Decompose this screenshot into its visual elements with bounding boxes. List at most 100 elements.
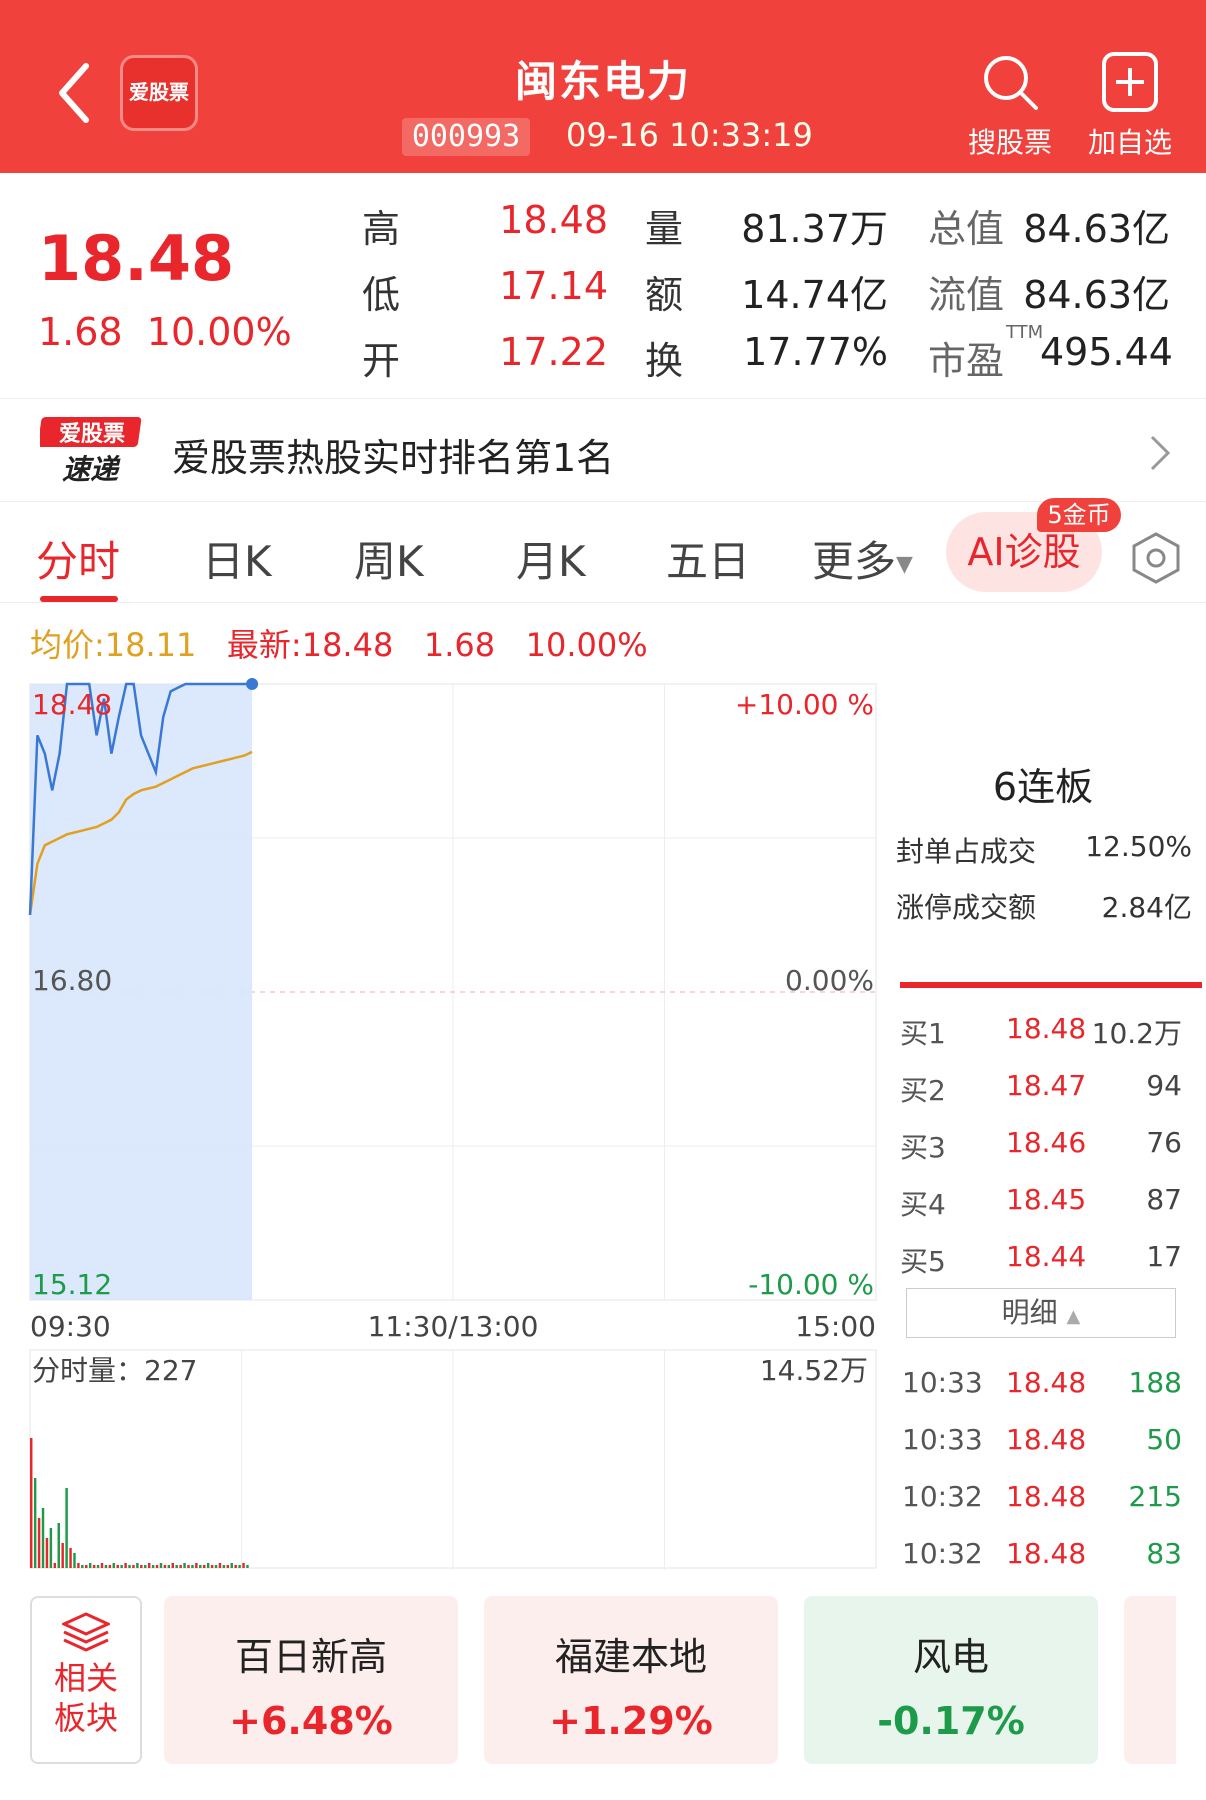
volume-bar <box>100 1563 104 1568</box>
volume-bar <box>195 1563 198 1568</box>
hot-rank-banner[interactable]: 爱股票 速递 爱股票热股实时排名第1名 <box>0 398 1206 502</box>
volume-bar <box>69 1548 72 1568</box>
rank-logo-top: 爱股票 <box>59 422 125 447</box>
volume-label: 分时量：227 <box>32 1354 197 1387</box>
volume-bar <box>171 1563 174 1568</box>
bid-price: 18.46 <box>1006 1126 1087 1159</box>
detail-toggle[interactable]: 明细 ▲ <box>906 1288 1176 1338</box>
volume-bar <box>163 1565 167 1568</box>
volume-bar <box>179 1565 182 1568</box>
tab-intraday[interactable]: 分时 <box>36 528 120 589</box>
bid-volume: 94 <box>1146 1069 1182 1102</box>
related-sectors-button[interactable]: 相关 板块 <box>30 1596 142 1764</box>
y-tick-left: 18.48 <box>32 688 112 721</box>
sector-card-partial[interactable] <box>1124 1596 1176 1764</box>
volume-bar <box>210 1565 214 1568</box>
back-icon[interactable] <box>50 58 100 128</box>
sector-change: +6.48% <box>229 1699 393 1743</box>
search-stock-button[interactable]: 搜股票 <box>960 50 1060 161</box>
volume-bar <box>144 1565 147 1568</box>
caret-up-icon: ▲ <box>1066 1306 1081 1327</box>
trade-price: 18.48 <box>1006 1480 1087 1513</box>
bid-volume: 87 <box>1146 1183 1182 1216</box>
volume-bar <box>65 1488 68 1568</box>
sector-change: +1.29% <box>549 1699 713 1743</box>
rank-logo-bottom: 速递 <box>62 453 121 486</box>
trade-time: 10:33 <box>902 1423 983 1456</box>
volume-bar <box>120 1565 123 1568</box>
settings-hex-icon[interactable] <box>1128 530 1184 586</box>
hot-rank-text: 爱股票热股实时排名第1名 <box>172 436 615 480</box>
coin-badge: 5金币 <box>1037 498 1121 532</box>
volume-bar <box>77 1563 80 1568</box>
tab-more[interactable]: 更多▼ <box>812 528 913 589</box>
change-value: 1.68 <box>38 310 123 354</box>
volume-bars <box>30 1438 249 1568</box>
trade-volume: 188 <box>1128 1366 1182 1399</box>
search-stock-label: 搜股票 <box>967 126 1052 159</box>
volume-bar <box>175 1565 178 1568</box>
tab-five-day[interactable]: 五日 <box>666 528 750 589</box>
bid-level-label: 买5 <box>900 1245 946 1278</box>
volume-bar <box>30 1438 33 1568</box>
y-tick-right: -10.00 % <box>748 1268 874 1301</box>
bid-volume: 17 <box>1146 1240 1182 1273</box>
intraday-chart[interactable]: 18.48 16.80 15.12 +10.00 % 0.00% -10.00 % 09… <box>0 670 880 1570</box>
volume-bar <box>242 1563 245 1568</box>
related-label-bottom: 板块 <box>53 1699 118 1737</box>
y-tick-right: 0.00% <box>785 964 874 997</box>
tab-weekly-k[interactable]: 周K <box>354 528 424 589</box>
rank-logo: 爱股票 速递 <box>40 417 142 486</box>
sector-card[interactable]: 福建本地 +1.29% <box>484 1596 778 1764</box>
pe-label: 市盈 <box>928 339 1005 383</box>
volume-bar <box>147 1563 151 1568</box>
volume-bar <box>230 1563 233 1568</box>
amount-value: 14.74亿 <box>741 273 888 317</box>
tab-monthly-k[interactable]: 月K <box>516 528 586 589</box>
volume-bar <box>45 1538 49 1568</box>
latest-price-label: 最新:18.48 <box>226 626 394 664</box>
volume-max-label: 14.52万 <box>760 1354 868 1387</box>
volume-bar <box>37 1518 41 1568</box>
app-logo[interactable]: 爱股票 <box>120 55 198 131</box>
sector-card[interactable]: 风电 -0.17% <box>804 1596 1098 1764</box>
sector-card[interactable]: 百日新高 +6.48% <box>164 1596 458 1764</box>
market-cap-value: 84.63亿 <box>1023 207 1170 251</box>
trade-price: 18.48 <box>1006 1423 1087 1456</box>
plus-box-icon <box>1102 52 1158 112</box>
x-tick: 11:30/13:00 <box>368 1310 539 1343</box>
tab-daily-k[interactable]: 日K <box>202 528 272 589</box>
trade-time: 10:32 <box>902 1537 983 1570</box>
ttm-tag: TTM <box>1006 322 1044 343</box>
last-price-dot <box>246 678 259 690</box>
x-tick: 09:30 <box>30 1310 111 1343</box>
trade-volume: 83 <box>1146 1537 1182 1570</box>
bid-level-label: 买3 <box>900 1131 946 1164</box>
chevron-right-icon <box>1150 435 1171 471</box>
volume-bar <box>226 1565 230 1568</box>
high-value: 18.48 <box>499 198 608 242</box>
volume-label: 量 <box>645 207 684 251</box>
open-label: 开 <box>362 339 401 383</box>
volume-bar <box>88 1563 92 1568</box>
volume-bar <box>104 1565 108 1568</box>
volume-bar <box>187 1565 190 1568</box>
volume-bar <box>33 1478 37 1568</box>
volume-bar <box>214 1565 218 1568</box>
sector-name: 风电 <box>912 1635 989 1679</box>
volume-bar <box>238 1565 241 1568</box>
limit-up-bar <box>900 982 1202 988</box>
top-bar: 爱股票 闽东电力 000993 09-16 10:33:19 搜股票 加自选 <box>0 0 1206 173</box>
add-watchlist-button[interactable]: 加自选 <box>1080 50 1180 161</box>
bid-price: 18.48 <box>1006 1012 1087 1045</box>
chart-change-pct: 10.00% <box>525 626 648 664</box>
bid-price: 18.44 <box>1006 1240 1087 1273</box>
volume-bar <box>112 1563 116 1568</box>
change-percent: 10.00% <box>146 310 292 354</box>
x-tick: 15:00 <box>795 1310 876 1343</box>
volume-bar <box>234 1565 237 1568</box>
limit-amount-value: 2.84亿 <box>1101 891 1192 924</box>
related-label-top: 相关 <box>53 1659 118 1697</box>
volume-bar <box>96 1565 100 1568</box>
volume-bar <box>132 1565 135 1568</box>
